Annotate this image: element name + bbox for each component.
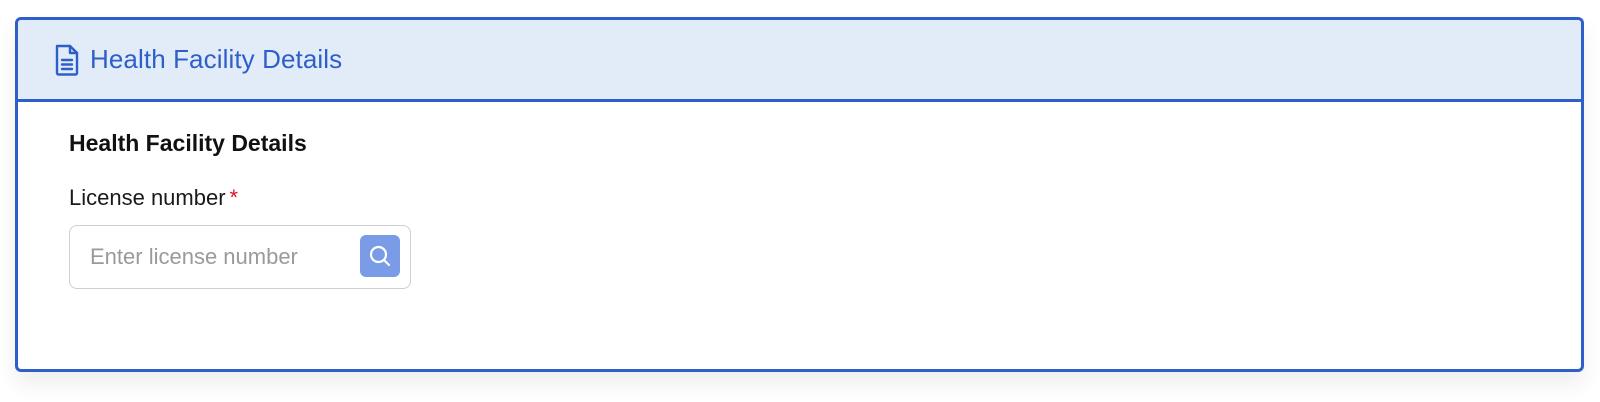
license-number-input[interactable]: [70, 226, 340, 288]
health-facility-card: Health Facility Details Health Facility …: [15, 17, 1584, 372]
license-number-field: [69, 225, 411, 289]
card-header: Health Facility Details: [18, 20, 1581, 102]
file-text-icon: [54, 44, 80, 76]
section-title: Health Facility Details: [69, 130, 307, 156]
required-marker: *: [229, 185, 239, 210]
search-icon: [369, 245, 391, 267]
license-number-label-text: License number: [69, 185, 226, 210]
header-title: Health Facility Details: [90, 44, 343, 74]
search-button[interactable]: [360, 235, 400, 277]
card-body: Health Facility Details License number *: [18, 102, 1581, 289]
license-number-label: License number *: [69, 185, 1581, 211]
